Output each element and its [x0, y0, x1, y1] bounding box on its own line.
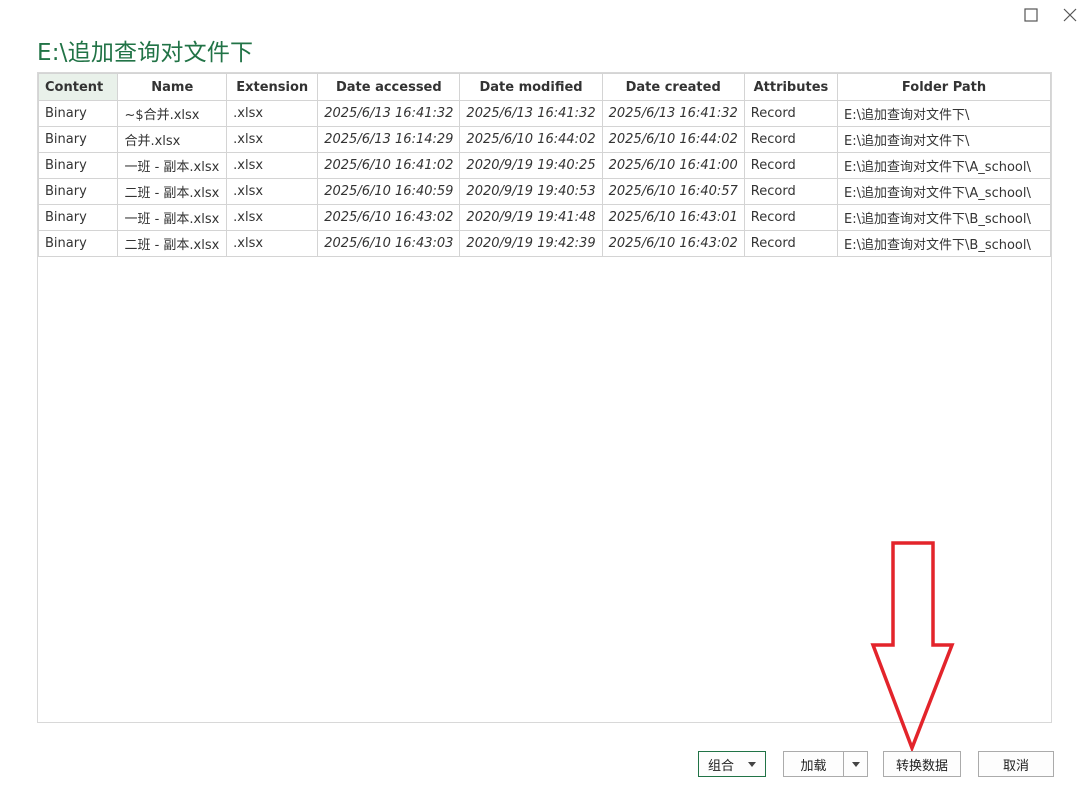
close-button[interactable] — [1059, 4, 1081, 26]
cell-name: 合并.xlsx — [117, 126, 228, 153]
cell-date-modified: 2020/9/19 19:41:48 — [459, 204, 603, 231]
cell-extension: .xlsx — [226, 126, 319, 153]
cell-extension: .xlsx — [226, 230, 319, 257]
cell-date-accessed: 2025/6/10 16:43:02 — [317, 204, 461, 231]
column-header-date-created[interactable]: Date created — [601, 73, 745, 101]
maximize-icon — [1024, 8, 1038, 22]
cell-content: Binary — [37, 178, 119, 205]
column-header-name[interactable]: Name — [117, 73, 228, 101]
cell-date-created: 2025/6/10 16:43:02 — [601, 230, 745, 257]
column-header-date-accessed[interactable]: Date accessed — [317, 73, 461, 101]
transform-data-button-label: 转换数据 — [895, 758, 948, 774]
cell-date-created: 2025/6/10 16:43:01 — [601, 204, 745, 231]
cell-date-accessed: 2025/6/10 16:41:02 — [317, 152, 461, 179]
cell-date-accessed: 2025/6/13 16:14:29 — [317, 126, 461, 153]
cell-content: Binary — [37, 204, 119, 231]
maximize-button[interactable] — [1020, 4, 1042, 26]
cancel-button[interactable]: 取消 — [978, 751, 1054, 777]
table-row[interactable]: Binary ~$合并.xlsx .xlsx 2025/6/13 16:41:3… — [37, 100, 1051, 127]
cell-folder-path: E:\追加查询对文件下\B_school\ — [837, 204, 1051, 231]
cell-attributes: Record — [743, 178, 839, 205]
cell-name: 一班 - 副本.xlsx — [117, 152, 228, 179]
cell-attributes: Record — [743, 204, 839, 231]
transform-data-button[interactable]: 转换数据 — [883, 751, 961, 777]
cell-extension: .xlsx — [226, 178, 319, 205]
table-row[interactable]: Binary 二班 - 副本.xlsx .xlsx 2025/6/10 16:4… — [37, 230, 1051, 257]
combine-button[interactable]: 组合 — [698, 751, 766, 777]
cell-folder-path: E:\追加查询对文件下\A_school\ — [837, 152, 1051, 179]
chevron-down-icon — [748, 761, 756, 767]
column-header-extension[interactable]: Extension — [226, 73, 319, 101]
table-row[interactable]: Binary 合并.xlsx .xlsx 2025/6/13 16:14:29 … — [37, 126, 1051, 153]
cell-date-accessed: 2025/6/13 16:41:32 — [317, 100, 461, 127]
table-row[interactable]: Binary 一班 - 副本.xlsx .xlsx 2025/6/10 16:4… — [37, 204, 1051, 231]
cell-folder-path: E:\追加查询对文件下\B_school\ — [837, 230, 1051, 257]
cell-date-created: 2025/6/13 16:41:32 — [601, 100, 745, 127]
cell-folder-path: E:\追加查询对文件下\ — [837, 100, 1051, 127]
cell-date-accessed: 2025/6/10 16:40:59 — [317, 178, 461, 205]
column-header-folder-path[interactable]: Folder Path — [837, 73, 1051, 101]
dialog-title: E:\追加查询对文件下 — [37, 40, 254, 66]
column-header-date-modified[interactable]: Date modified — [459, 73, 603, 101]
cell-date-created: 2025/6/10 16:40:57 — [601, 178, 745, 205]
load-dropdown-button[interactable] — [843, 751, 868, 777]
column-header-attributes[interactable]: Attributes — [743, 73, 839, 101]
cell-date-modified: 2020/9/19 19:40:25 — [459, 152, 603, 179]
table-row[interactable]: Binary 二班 - 副本.xlsx .xlsx 2025/6/10 16:4… — [37, 178, 1051, 205]
load-button[interactable]: 加载 — [783, 751, 844, 777]
cell-attributes: Record — [743, 100, 839, 127]
cell-content: Binary — [37, 230, 119, 257]
close-icon — [1063, 8, 1077, 22]
cell-date-modified: 2025/6/10 16:44:02 — [459, 126, 603, 153]
table-header-row: Content Name Extension Date accessed Dat… — [37, 73, 1051, 101]
load-button-label: 加载 — [800, 758, 827, 774]
column-header-content[interactable]: Content — [37, 73, 119, 101]
cell-name: 二班 - 副本.xlsx — [117, 230, 228, 257]
cell-folder-path: E:\追加查询对文件下\A_school\ — [837, 178, 1051, 205]
chevron-down-icon — [851, 761, 860, 767]
table-row[interactable]: Binary 一班 - 副本.xlsx .xlsx 2025/6/10 16:4… — [37, 152, 1051, 179]
cancel-button-label: 取消 — [1002, 758, 1029, 774]
cell-extension: .xlsx — [226, 100, 319, 127]
cell-date-modified: 2025/6/13 16:41:32 — [459, 100, 603, 127]
cell-date-modified: 2020/9/19 19:42:39 — [459, 230, 603, 257]
cell-date-created: 2025/6/10 16:44:02 — [601, 126, 745, 153]
cell-name: 二班 - 副本.xlsx — [117, 178, 228, 205]
cell-extension: .xlsx — [226, 152, 319, 179]
cell-content: Binary — [37, 100, 119, 127]
cell-content: Binary — [37, 152, 119, 179]
cell-date-modified: 2020/9/19 19:40:53 — [459, 178, 603, 205]
cell-date-accessed: 2025/6/10 16:43:03 — [317, 230, 461, 257]
cell-name: 一班 - 副本.xlsx — [117, 204, 228, 231]
cell-extension: .xlsx — [226, 204, 319, 231]
cell-name: ~$合并.xlsx — [117, 100, 228, 127]
cell-folder-path: E:\追加查询对文件下\ — [837, 126, 1051, 153]
cell-date-created: 2025/6/10 16:41:00 — [601, 152, 745, 179]
cell-content: Binary — [37, 126, 119, 153]
cell-attributes: Record — [743, 152, 839, 179]
combine-button-label: 组合 — [707, 758, 734, 774]
annotation-arrow-icon — [870, 541, 955, 753]
cell-attributes: Record — [743, 230, 839, 257]
preview-table: Content Name Extension Date accessed Dat… — [37, 73, 1051, 257]
cell-attributes: Record — [743, 126, 839, 153]
